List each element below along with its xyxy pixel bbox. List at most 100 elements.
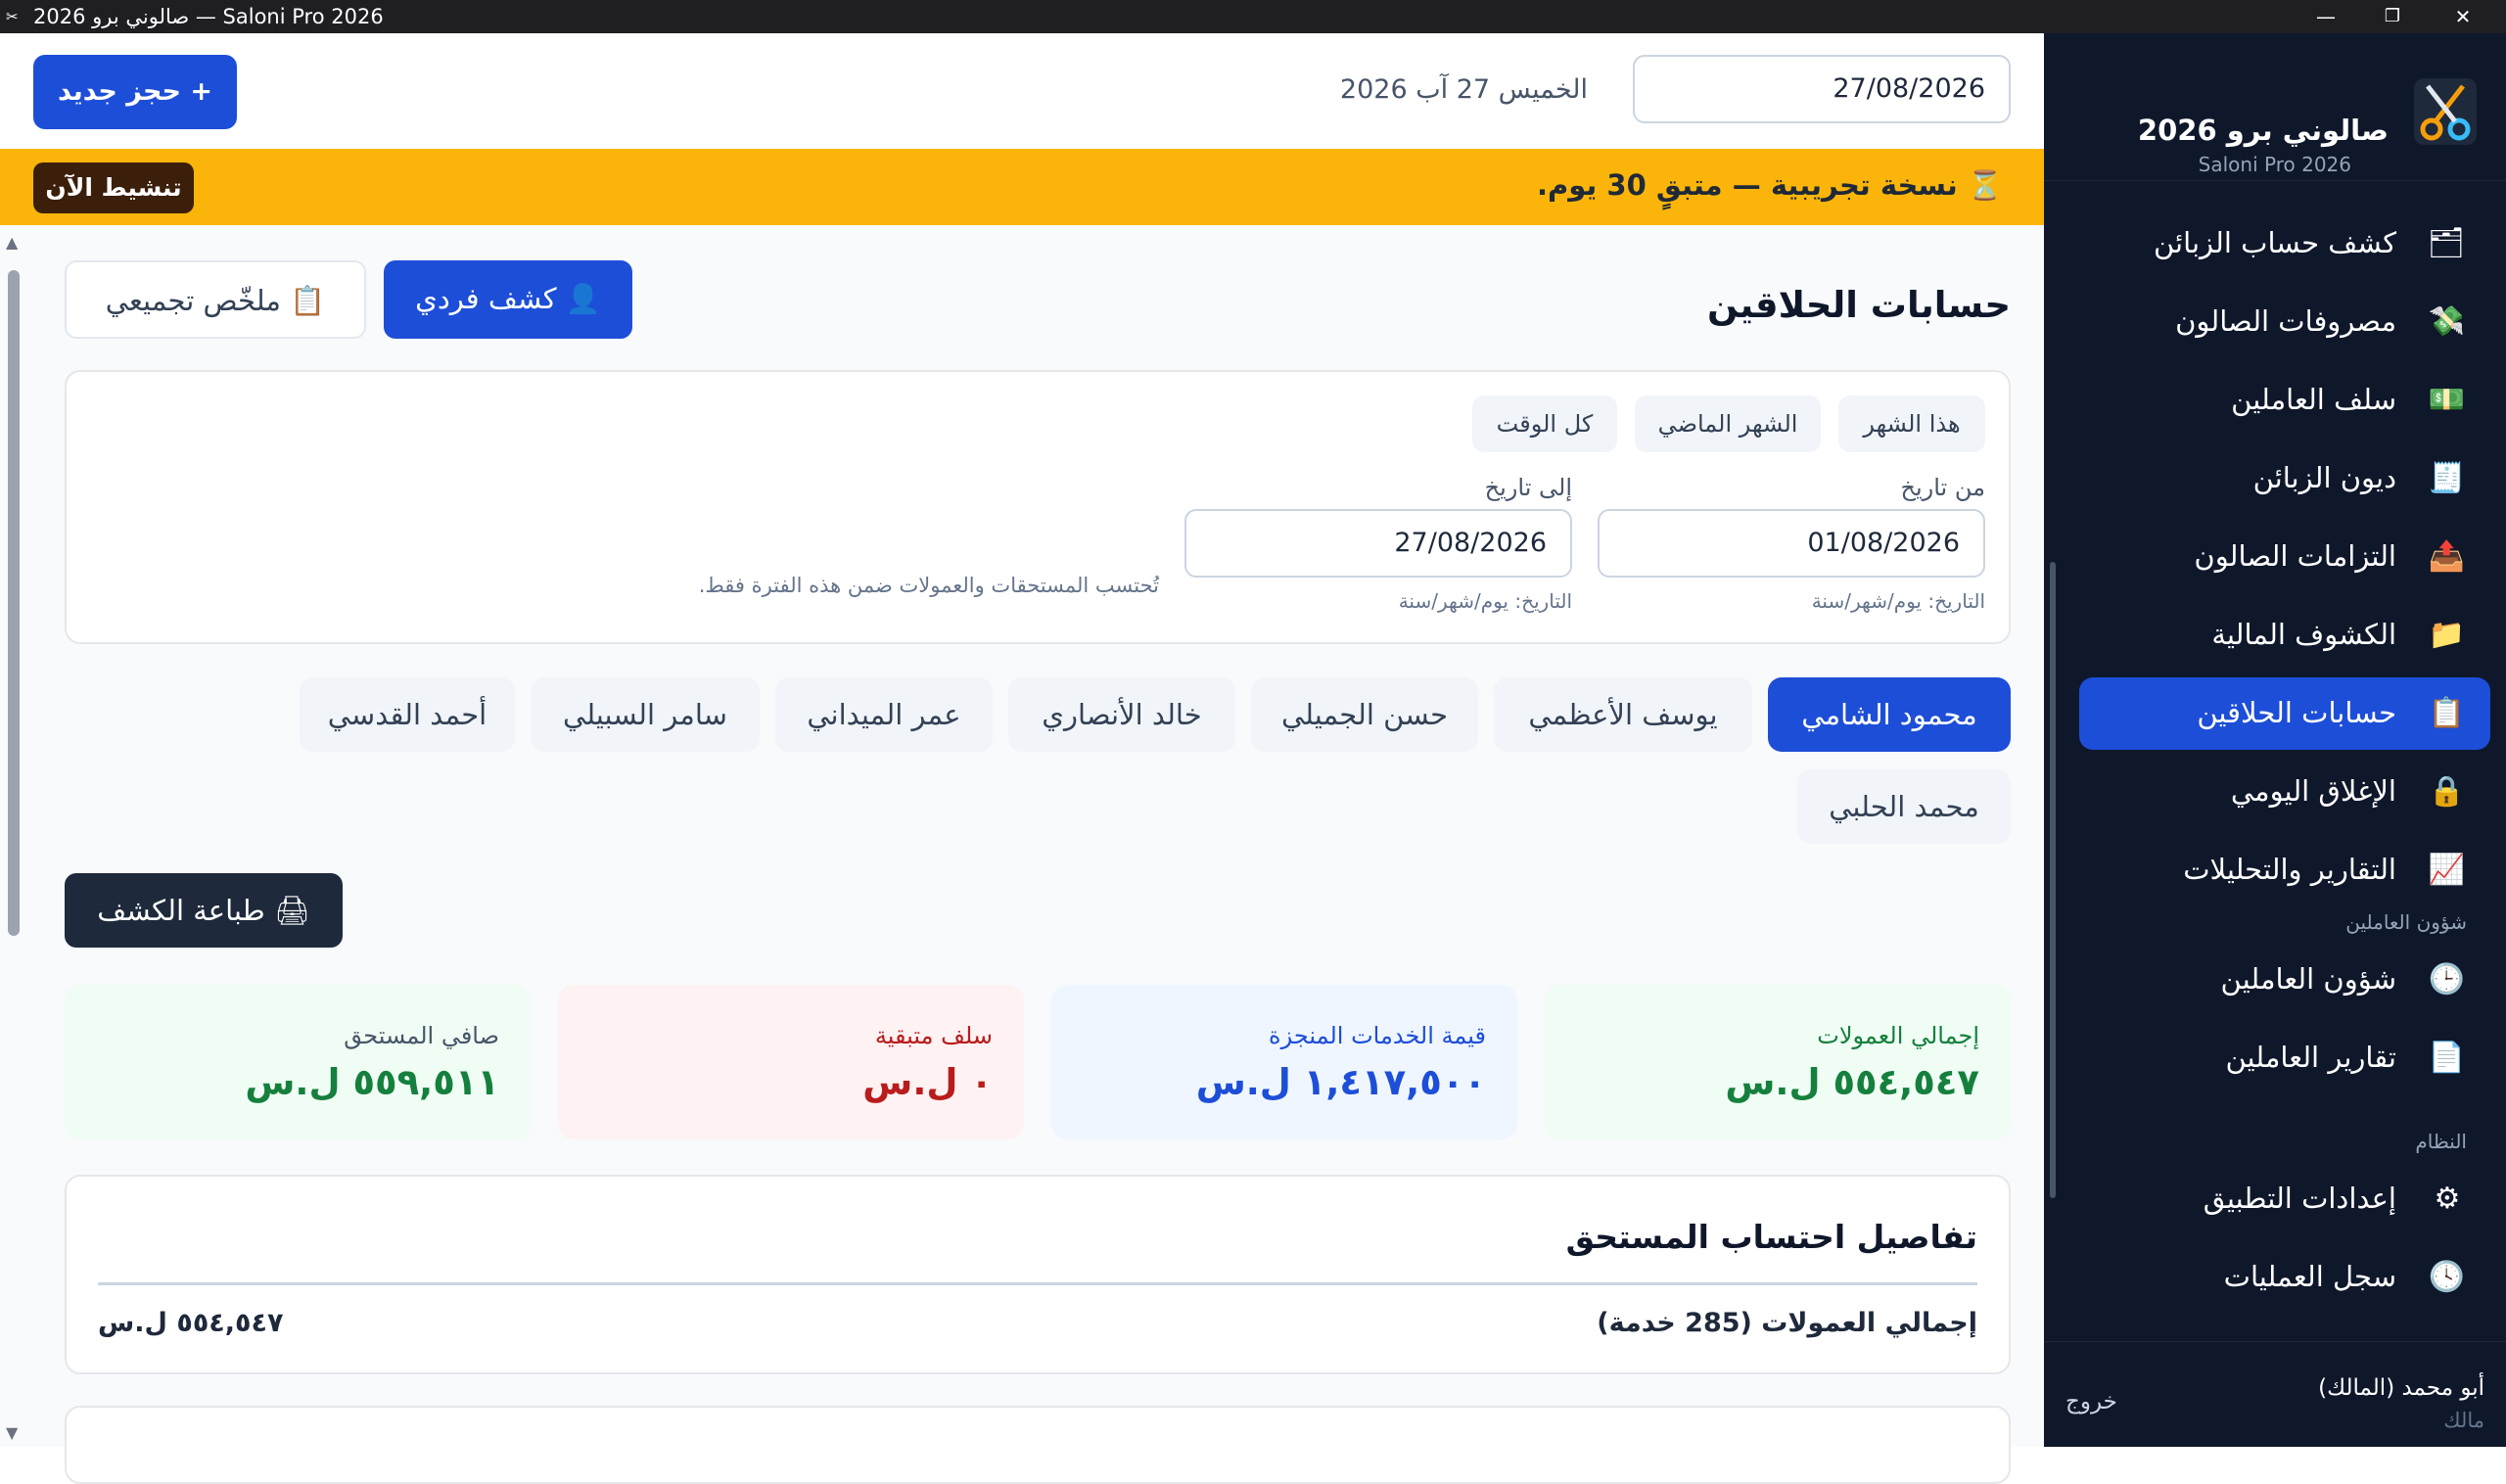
from-date-label: من تاريخ xyxy=(1900,474,1985,501)
close-button[interactable]: ✕ xyxy=(2443,2,2483,31)
nav-customer-debts[interactable]: 🧾 ديون الزبائن xyxy=(2079,442,2490,515)
stat-net-due: صافي المستحق ٥٥٩,٥١١ ل.س xyxy=(65,985,531,1139)
history-icon: 🕓 xyxy=(2428,1260,2465,1294)
header-date-text: الخميس 27 آب 2026 xyxy=(1339,74,1588,105)
brand-divider xyxy=(2044,180,2506,181)
page-title: حسابات الحلاقين xyxy=(1706,284,2011,326)
nav-financial-statements[interactable]: 📁 الكشوف المالية xyxy=(2079,599,2490,672)
nav-activity-log[interactable]: 🕓 سجل العمليات xyxy=(2079,1241,2490,1314)
filter-this-month[interactable]: هذا الشهر xyxy=(1838,395,1985,452)
ledger-icon: 🗂 xyxy=(2427,226,2465,260)
barber-chip[interactable]: عمر الميداني xyxy=(775,677,993,752)
stat-services-value: قيمة الخدمات المنجزة ١,٤١٧,٥٠٠ ل.س xyxy=(1051,985,1517,1139)
stat-value: ٥٥٩,٥١١ ل.س xyxy=(245,1061,499,1103)
to-date-hint: التاريخ: يوم/شهر/سنة xyxy=(1398,589,1572,613)
nav-label: الكشوف المالية xyxy=(2211,618,2396,651)
maximize-button[interactable]: ❐ xyxy=(2373,2,2412,31)
main-area: 27/08/2026 الخميس 27 آب 2026 + حجز جديد … xyxy=(0,33,2044,1484)
nav-salon-obligations[interactable]: 📤 التزامات الصالون xyxy=(2079,521,2490,593)
stat-label: قيمة الخدمات المنجزة xyxy=(1269,1022,1486,1049)
barber-chip[interactable]: حسن الجميلي xyxy=(1251,677,1478,752)
to-date-label: إلى تاريخ xyxy=(1484,474,1572,501)
sidebar: صالوني برو 2026 Saloni Pro 2026 🗂 كشف حس… xyxy=(2044,33,2506,1447)
details-title: تفاصيل احتساب المستحق xyxy=(1565,1218,1977,1256)
from-date-hint: التاريخ: يوم/شهر/سنة xyxy=(1811,589,1985,613)
money-wings-icon: 💸 xyxy=(2428,304,2465,339)
filter-last-month[interactable]: الشهر الماضي xyxy=(1635,395,1821,452)
print-statement-button[interactable]: 🖨 طباعة الكشف xyxy=(65,873,343,948)
stat-remaining-advances: سلف متبقية ٠ ل.س xyxy=(558,985,1024,1139)
activate-now-button[interactable]: تنشيط الآن xyxy=(33,162,194,213)
period-filter-card: هذا الشهر الشهر الماضي كل الوقت من تاريخ… xyxy=(65,370,2011,644)
barber-chip[interactable]: محمد الحلبي xyxy=(1797,769,2011,844)
header-date-input[interactable]: 27/08/2026 xyxy=(1633,55,2011,123)
from-date-input[interactable]: 01/08/2026 xyxy=(1598,509,1985,578)
clock-icon: 🕒 xyxy=(2428,962,2465,997)
nav-app-settings[interactable]: ⚙ إعدادات التطبيق xyxy=(2079,1163,2490,1235)
nav-staff-reports[interactable]: 📄 تقارير العاملين xyxy=(2079,1022,2490,1094)
nav-barber-accounts[interactable]: 📋 حسابات الحلاقين xyxy=(2079,677,2490,750)
stat-value: ١,٤١٧,٥٠٠ ل.س xyxy=(1195,1061,1486,1103)
details-row-value: ٥٥٤,٥٤٧ ل.س xyxy=(98,1308,284,1338)
nav-label: التزامات الصالون xyxy=(2194,539,2396,573)
lock-icon: 🔒 xyxy=(2428,774,2465,809)
page-content: ▲ ▼ حسابات الحلاقين 👤 كشف فردي 📋 ملخّص ت… xyxy=(0,225,2044,1484)
nav-label: مصروفات الصالون xyxy=(2175,304,2396,338)
brand-title: صالوني برو 2026 xyxy=(2137,114,2389,147)
nav-staff-affairs[interactable]: 🕒 شؤون العاملين xyxy=(2079,944,2490,1016)
barber-chip[interactable]: يوسف الأعظمي xyxy=(1494,677,1752,752)
new-booking-button[interactable]: + حجز جديد xyxy=(33,55,237,129)
window-titlebar: ✂ صالوني برو 2026 — Saloni Pro 2026 — ❐ … xyxy=(0,0,2506,33)
due-calculation-details: تفاصيل احتساب المستحق إجمالي العمولات (2… xyxy=(65,1175,2011,1374)
user-role: مالك xyxy=(2443,1409,2484,1432)
clipboard-icon: 📋 xyxy=(2428,696,2465,730)
scissors-logo-icon xyxy=(2414,78,2477,145)
scroll-down-arrow[interactable]: ▼ xyxy=(6,1423,18,1442)
nav-label: سلف العاملين xyxy=(2231,383,2396,416)
receipt-icon: 🧾 xyxy=(2428,461,2465,495)
user-name: أبو محمد (المالك) xyxy=(2318,1375,2484,1401)
nav-label: كشف حساب الزبائن xyxy=(2153,226,2396,259)
top-bar: 27/08/2026 الخميس 27 آب 2026 + حجز جديد xyxy=(0,33,2044,149)
outbox-icon: 📤 xyxy=(2428,539,2465,574)
filter-all-time[interactable]: كل الوقت xyxy=(1472,395,1617,452)
nav-salon-expenses[interactable]: 💸 مصروفات الصالون xyxy=(2079,286,2490,358)
barber-chip[interactable]: خالد الأنصاري xyxy=(1008,677,1235,752)
details-row-label: إجمالي العمولات (285 خدمة) xyxy=(1597,1308,1977,1338)
nav-reports[interactable]: 📈 التقارير والتحليلات xyxy=(2079,834,2490,906)
nav-label: حسابات الحلاقين xyxy=(2197,696,2396,729)
nav-customer-statement[interactable]: 🗂 كشف حساب الزبائن xyxy=(2079,208,2490,280)
app-icon: ✂ xyxy=(6,8,19,25)
chart-up-icon: 📈 xyxy=(2428,853,2465,887)
folder-icon: 📁 xyxy=(2428,618,2465,652)
stat-total-commissions: إجمالي العمولات ٥٥٤,٥٤٧ ل.س xyxy=(1545,985,2011,1139)
stat-label: إجمالي العمولات xyxy=(1817,1022,1979,1049)
minimize-button[interactable]: — xyxy=(2306,2,2345,31)
nav-staff-advances[interactable]: 💵 سلف العاملين xyxy=(2079,364,2490,437)
next-section-card xyxy=(65,1406,2011,1484)
trial-banner: ⏳ نسخة تجريبية — متبقٍ 30 يوم. تنشيط الآ… xyxy=(0,149,2044,225)
nav-daily-closing[interactable]: 🔒 الإغلاق اليومي xyxy=(2079,756,2490,828)
tab-aggregate-summary[interactable]: 📋 ملخّص تجميعي xyxy=(65,260,366,339)
details-divider xyxy=(98,1282,1977,1285)
period-note: تُحتسب المستحقات والعمولات ضمن هذه الفتر… xyxy=(698,574,1159,597)
nav-label: الإغلاق اليومي xyxy=(2230,774,2396,808)
barber-chip[interactable]: سامر السبيلي xyxy=(531,677,760,752)
cash-icon: 💵 xyxy=(2428,383,2465,417)
stat-value: ٥٥٤,٥٤٧ ل.س xyxy=(1725,1061,1979,1103)
scroll-up-arrow[interactable]: ▲ xyxy=(6,233,18,252)
gear-icon: ⚙ xyxy=(2434,1182,2461,1216)
barber-chip[interactable]: أحمد القدسي xyxy=(300,677,515,752)
stat-label: سلف متبقية xyxy=(874,1022,993,1049)
content-scrollbar[interactable] xyxy=(8,270,20,936)
trial-message: ⏳ نسخة تجريبية — متبقٍ 30 يوم. xyxy=(1536,168,2003,202)
to-date-input[interactable]: 27/08/2026 xyxy=(1184,509,1572,578)
nav-label: ديون الزبائن xyxy=(2252,461,2396,494)
nav-label: شؤون العاملين xyxy=(2220,962,2396,996)
tab-individual-statement[interactable]: 👤 كشف فردي xyxy=(384,260,632,339)
sidebar-scrollbar[interactable] xyxy=(2050,562,2056,1198)
section-system-heading: النظام xyxy=(2415,1130,2467,1153)
section-staff-heading: شؤون العاملين xyxy=(2345,910,2467,934)
logout-button[interactable]: خروج xyxy=(2065,1389,2117,1414)
barber-chip[interactable]: محمود الشامي xyxy=(1768,677,2011,752)
